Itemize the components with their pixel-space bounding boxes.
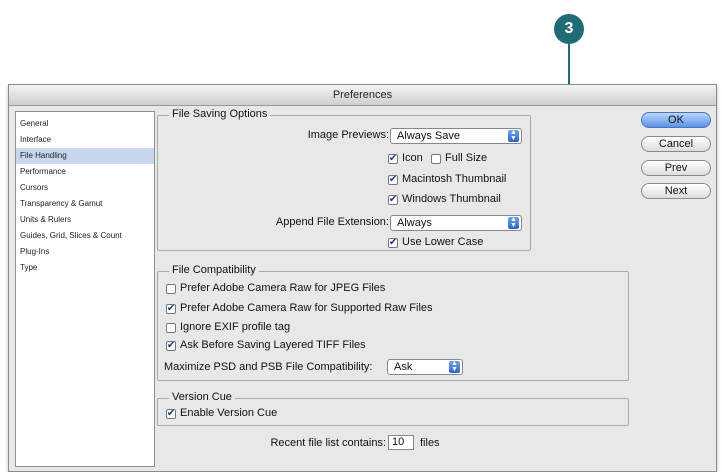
checkmark-icon: ✔ <box>388 237 398 248</box>
sidebar-item-guides[interactable]: Guides, Grid, Slices & Count <box>16 228 154 244</box>
recent-files-suffix: files <box>420 437 440 449</box>
sidebar-item-interface[interactable]: Interface <box>16 132 154 148</box>
version-cue-title: Version Cue <box>169 391 235 403</box>
ask-layered-tiff-label: Ask Before Saving Layered TIFF Files <box>180 339 366 351</box>
camera-raw-jpeg-checkbox[interactable] <box>166 284 176 294</box>
append-extension-value: Always <box>397 217 432 229</box>
use-lower-case-label: Use Lower Case <box>402 236 484 248</box>
ok-button[interactable]: OK <box>641 112 711 128</box>
sidebar-item-plug-ins[interactable]: Plug-Ins <box>16 244 154 260</box>
camera-raw-jpeg-label: Prefer Adobe Camera Raw for JPEG Files <box>180 282 386 294</box>
sidebar-item-transparency[interactable]: Transparency & Gamut <box>16 196 154 212</box>
chevron-updown-icon: ▲ ▼ <box>449 360 460 373</box>
preferences-category-list[interactable]: General Interface File Handling Performa… <box>15 111 155 467</box>
camera-raw-supported-label: Prefer Adobe Camera Raw for Supported Ra… <box>180 302 433 314</box>
macintosh-thumbnail-checkbox[interactable]: ✔ <box>388 175 398 185</box>
sidebar-item-type[interactable]: Type <box>16 260 154 276</box>
append-extension-label: Append File Extension: <box>275 216 389 228</box>
callout-badge: 3 <box>554 14 584 44</box>
window-title: Preferences <box>9 85 716 106</box>
checkmark-icon: ✔ <box>388 153 398 164</box>
sidebar-item-units-rulers[interactable]: Units & Rulers <box>16 212 154 228</box>
recent-files-label: Recent file list contains: <box>270 437 386 449</box>
maximize-compat-value: Ask <box>394 361 413 373</box>
sidebar-item-cursors[interactable]: Cursors <box>16 180 154 196</box>
icon-checkbox[interactable]: ✔ <box>388 154 398 164</box>
enable-version-cue-checkbox[interactable]: ✔ <box>166 409 176 419</box>
next-button[interactable]: Next <box>641 183 711 199</box>
macintosh-thumbnail-label: Macintosh Thumbnail <box>402 173 507 185</box>
image-previews-label: Image Previews: <box>307 129 389 141</box>
image-previews-value: Always Save <box>397 130 460 142</box>
file-compatibility-title: File Compatibility <box>169 264 259 276</box>
ignore-exif-label: Ignore EXIF profile tag <box>180 321 291 333</box>
checkmark-icon: ✔ <box>388 194 398 205</box>
full-size-checkbox-label: Full Size <box>445 152 488 164</box>
checkmark-icon: ✔ <box>166 408 176 419</box>
ignore-exif-checkbox[interactable] <box>166 323 176 333</box>
recent-files-input[interactable]: 10 <box>388 435 414 450</box>
sidebar-item-performance[interactable]: Performance <box>16 164 154 180</box>
maximize-compat-select[interactable]: Ask ▲ ▼ <box>387 359 463 375</box>
windows-thumbnail-checkbox[interactable]: ✔ <box>388 195 398 205</box>
checkmark-icon: ✔ <box>388 174 398 185</box>
checkmark-icon: ✔ <box>166 303 176 314</box>
chevron-updown-icon: ▲ ▼ <box>508 216 519 229</box>
maximize-compat-label: Maximize PSD and PSB File Compatibility: <box>164 361 373 373</box>
chevron-updown-icon: ▲ ▼ <box>508 129 519 142</box>
icon-checkbox-label: Icon <box>402 152 423 164</box>
append-extension-select[interactable]: Always ▲ ▼ <box>390 215 522 231</box>
file-saving-options-title: File Saving Options <box>169 108 271 120</box>
full-size-checkbox[interactable] <box>431 154 441 164</box>
preferences-dialog: Preferences General Interface File Handl… <box>8 84 717 472</box>
enable-version-cue-label: Enable Version Cue <box>180 407 278 419</box>
windows-thumbnail-label: Windows Thumbnail <box>402 193 501 205</box>
sidebar-item-general[interactable]: General <box>16 116 154 132</box>
checkmark-icon: ✔ <box>166 340 176 351</box>
image-previews-select[interactable]: Always Save ▲ ▼ <box>390 128 522 144</box>
camera-raw-supported-checkbox[interactable]: ✔ <box>166 304 176 314</box>
cancel-button[interactable]: Cancel <box>641 136 711 152</box>
ask-layered-tiff-checkbox[interactable]: ✔ <box>166 341 176 351</box>
use-lower-case-checkbox[interactable]: ✔ <box>388 238 398 248</box>
sidebar-item-file-handling[interactable]: File Handling <box>16 148 154 164</box>
prev-button[interactable]: Prev <box>641 160 711 176</box>
